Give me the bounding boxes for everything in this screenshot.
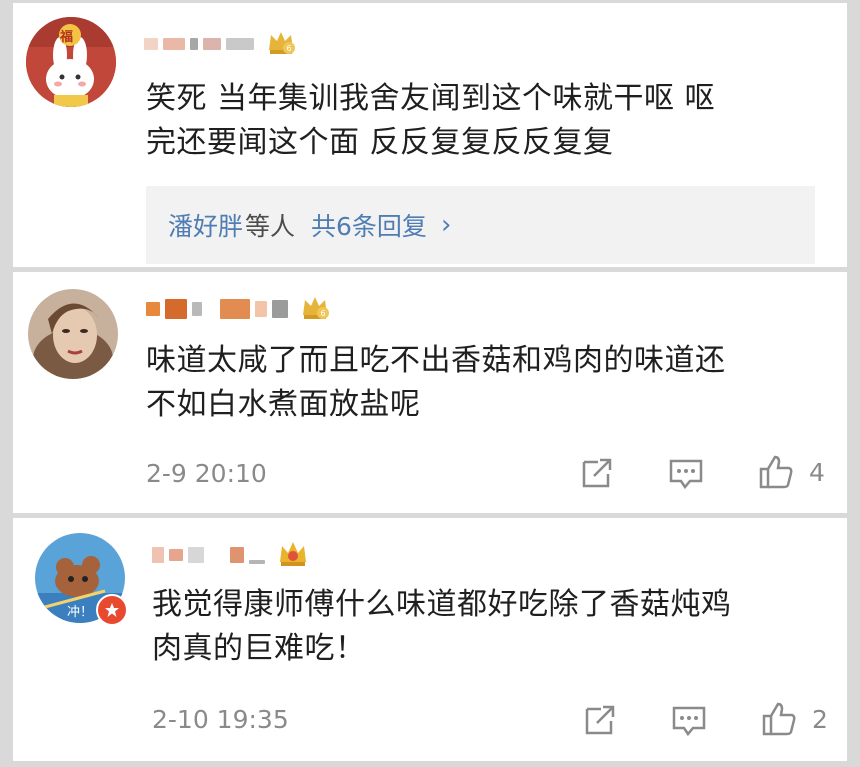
member-crown-badge-icon bbox=[276, 536, 310, 574]
reply-author-suffix: 等人 bbox=[245, 212, 296, 241]
svg-text:6: 6 bbox=[286, 44, 291, 53]
avatar-badge-text: 冲！ bbox=[67, 605, 94, 620]
comment-text: 我觉得康师傅什么味道都好吃除了香菇炖鸡 肉真的巨难吃！ bbox=[152, 583, 732, 671]
replies-preview-button[interactable]: 潘好胖 等人 共6条回复 › bbox=[146, 186, 815, 264]
comment-text-line: 我觉得康师傅什么味道都好吃除了香菇炖鸡 bbox=[152, 587, 732, 622]
verified-badge-icon bbox=[96, 594, 128, 626]
reply-author-link[interactable]: 潘好胖 bbox=[168, 207, 243, 243]
comment-text-line: 不如白水煮面放盐呢 bbox=[146, 387, 421, 422]
comment-text-line: 笑死 当年集训我舍友闻到这个味就干呕 呕 bbox=[146, 81, 716, 116]
comment-text-line: 完还要闻这个面 反反复复反反复复 bbox=[146, 125, 614, 160]
like-icon[interactable] bbox=[758, 454, 794, 494]
avatar-badge-text: 福 bbox=[60, 30, 74, 45]
chevron-right-icon: › bbox=[440, 210, 452, 240]
comment-icon[interactable] bbox=[668, 458, 704, 494]
svg-text:6: 6 bbox=[320, 309, 325, 318]
like-count: 4 bbox=[809, 458, 825, 487]
username[interactable]: 6 bbox=[144, 27, 297, 61]
comment-text: 笑死 当年集训我舍友闻到这个味就干呕 呕 完还要闻这个面 反反复复反反复复 bbox=[146, 77, 715, 165]
avatar[interactable]: 福 bbox=[26, 17, 116, 107]
reply-count[interactable]: 共6条回复 bbox=[311, 207, 427, 243]
portrait-avatar-image bbox=[28, 289, 118, 379]
member-crown-badge-icon: 6 bbox=[265, 26, 297, 62]
comment-text-line: 味道太咸了而且吃不出香菇和鸡肉的味道还 bbox=[146, 343, 726, 378]
share-icon[interactable] bbox=[580, 456, 614, 494]
comment-card-3: 冲！ 我觉得康师傅什么味道都好吃除了香菇炖鸡 肉真的巨难吃！ 2-10 19:3… bbox=[13, 518, 847, 761]
like-count: 2 bbox=[812, 705, 828, 734]
avatar[interactable] bbox=[28, 289, 118, 379]
comment-icon[interactable] bbox=[671, 705, 707, 741]
share-icon[interactable] bbox=[583, 703, 617, 741]
comment-meta: 2-10 19:35 bbox=[152, 699, 289, 739]
timestamp: 2-9 20:10 bbox=[146, 458, 267, 488]
username[interactable] bbox=[152, 538, 310, 572]
comment-card-2: 6 味道太咸了而且吃不出香菇和鸡肉的味道还 不如白水煮面放盐呢 2-9 20:1… bbox=[13, 272, 847, 513]
username[interactable]: 6 bbox=[146, 292, 331, 326]
comment-meta: 2-9 20:10 bbox=[146, 453, 267, 493]
comment-text-line: 肉真的巨难吃！ bbox=[152, 631, 366, 666]
member-crown-badge-icon: 6 bbox=[299, 291, 331, 327]
comment-text: 味道太咸了而且吃不出香菇和鸡肉的味道还 不如白水煮面放盐呢 bbox=[146, 339, 726, 427]
like-icon[interactable] bbox=[761, 701, 797, 741]
timestamp: 2-10 19:35 bbox=[152, 704, 289, 734]
comment-card-1: 福 6 笑死 当年集训我舍友闻到这个味就干呕 呕 完还要闻这个面 反反复复反反复… bbox=[13, 3, 847, 267]
